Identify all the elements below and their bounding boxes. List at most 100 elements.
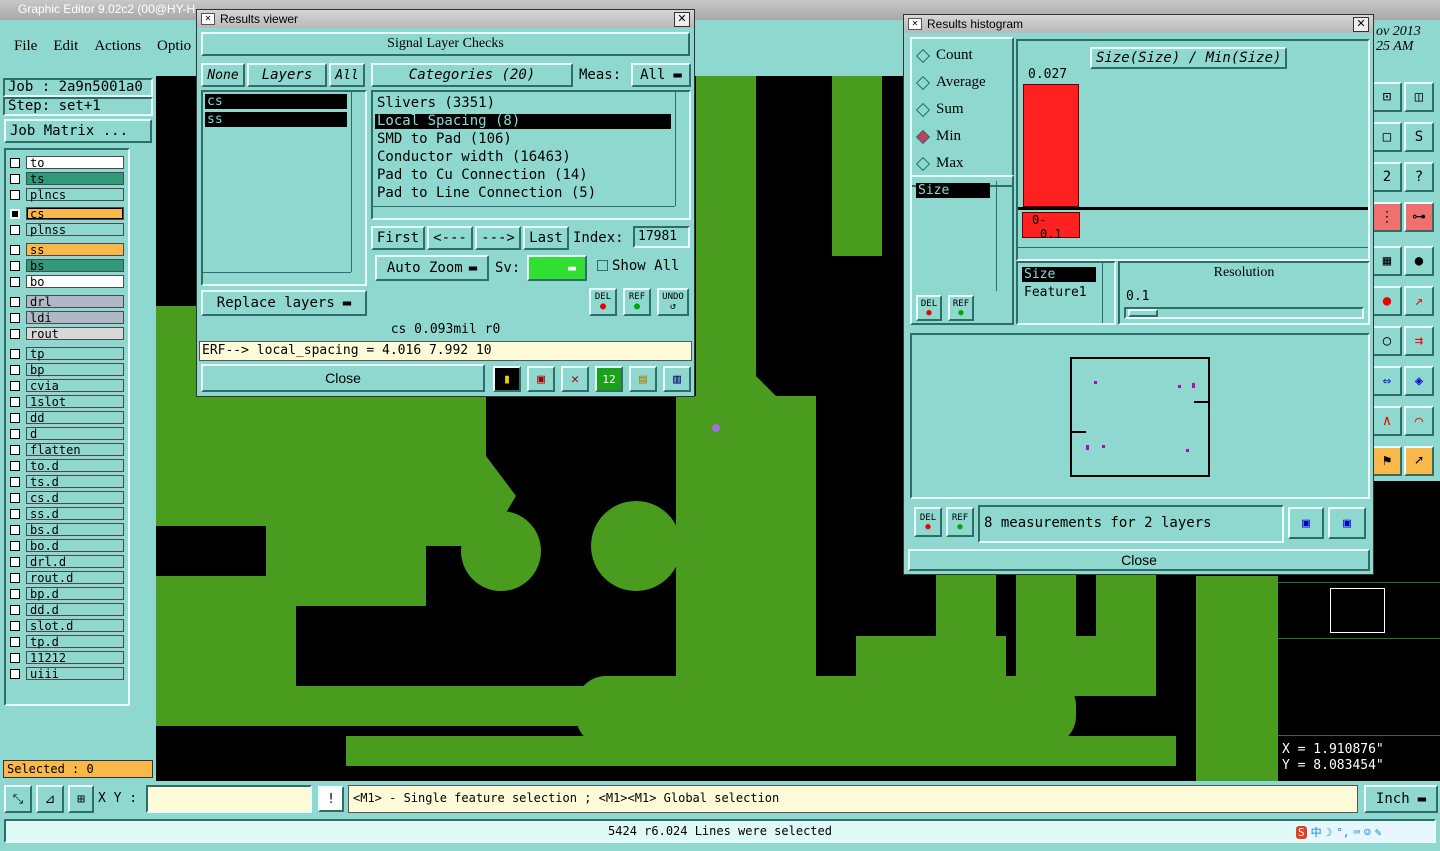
alert-icon[interactable]: ! — [318, 786, 344, 812]
layer-name[interactable]: bs.d — [26, 523, 124, 537]
layer-name[interactable]: slot.d — [26, 619, 124, 633]
radio-diamond-icon[interactable] — [915, 75, 931, 90]
undo-button[interactable]: UNDO ↺ — [657, 288, 689, 316]
layer-checkbox[interactable] — [10, 524, 20, 535]
layer-name[interactable]: dd.d — [26, 603, 124, 617]
layer-row-uiii[interactable]: uiii — [6, 666, 124, 681]
horizontal-scrollbar[interactable] — [373, 206, 675, 216]
layer-checkbox[interactable] — [10, 260, 20, 271]
layer-name[interactable]: ss — [26, 243, 124, 257]
layer-checkbox[interactable] — [10, 412, 20, 423]
radio-diamond-icon[interactable] — [915, 48, 931, 63]
sv-color-dropdown[interactable]: ▬ — [527, 255, 587, 281]
layer-name[interactable]: d — [26, 427, 124, 441]
layer-checkbox[interactable] — [10, 189, 20, 200]
del-button[interactable]: DEL ● — [914, 507, 942, 537]
mode-option-sum[interactable]: Sum — [915, 101, 964, 118]
layer-name[interactable]: cs — [26, 207, 124, 221]
layer-name[interactable]: ldi — [26, 311, 124, 325]
report-icon[interactable]: ▮ — [493, 366, 521, 392]
layer-name[interactable]: dd — [26, 411, 124, 425]
mode-option-min[interactable]: Min — [915, 128, 961, 145]
layer-row-d[interactable]: d — [6, 426, 124, 441]
align-icon[interactable]: ⇔ — [1372, 366, 1402, 396]
nodes-icon[interactable]: ⊶ — [1404, 202, 1434, 232]
layer-checkbox[interactable] — [10, 604, 20, 615]
radio-diamond-icon[interactable] — [915, 129, 931, 144]
ref-button[interactable]: REF ● — [946, 507, 974, 537]
image-icon[interactable]: ▣ — [527, 366, 555, 392]
category-item[interactable]: Slivers (3351) — [375, 96, 671, 111]
layer-name[interactable]: 1slot — [26, 395, 124, 409]
resolution-slider[interactable] — [1124, 307, 1364, 319]
arc-icon[interactable]: ∧ — [1372, 406, 1402, 436]
layer-row-ss[interactable]: ss — [6, 242, 124, 257]
vector-icon[interactable]: ↗ — [1404, 286, 1434, 316]
layer-name[interactable]: bp.d — [26, 587, 124, 601]
layer-row-slot-d[interactable]: slot.d — [6, 618, 124, 633]
layer-checkbox[interactable] — [10, 556, 20, 567]
layer-row-to-d[interactable]: to.d — [6, 458, 124, 473]
zoom-fit-icon[interactable]: ⤡ — [4, 785, 32, 813]
radio-diamond-icon[interactable] — [915, 156, 931, 171]
layer-name[interactable]: drl.d — [26, 555, 124, 569]
layers-tab[interactable]: Layers — [247, 63, 327, 87]
layer-checkbox[interactable] — [10, 636, 20, 647]
size-list-item[interactable]: Size — [916, 183, 990, 198]
layer-checkbox[interactable] — [10, 224, 20, 235]
vertical-scrollbar[interactable] — [351, 92, 363, 272]
layer-checkbox[interactable] — [10, 508, 20, 519]
horizontal-scrollbar[interactable] — [203, 272, 351, 282]
none-button[interactable]: None — [201, 63, 245, 87]
layer-row-ts-d[interactable]: ts.d — [6, 474, 124, 489]
last-button[interactable]: Last — [523, 226, 569, 250]
ime-toolbar[interactable]: S 中 ☽ °, ⌨ ☺ ✎ — [1294, 824, 1434, 840]
layer-row-plnss[interactable]: plnss — [6, 222, 124, 237]
auto-zoom-dropdown[interactable]: Auto Zoom ▬ — [375, 255, 489, 281]
flag-icon[interactable]: ⚑ — [1372, 446, 1402, 476]
layer-name[interactable]: ss.d — [26, 507, 124, 521]
layer-checkbox[interactable] — [10, 296, 20, 307]
help-icon[interactable]: ? — [1404, 162, 1434, 192]
layer-checkbox[interactable] — [10, 208, 20, 219]
moon-icon[interactable]: ☽ — [1326, 826, 1333, 839]
layer-checkbox[interactable] — [10, 620, 20, 631]
replace-layers-dropdown[interactable]: Replace layers ▬ — [201, 290, 367, 316]
layer-checkbox[interactable] — [10, 668, 20, 679]
grid-icon[interactable]: ⊞ — [68, 785, 94, 813]
layer-checkbox[interactable] — [10, 492, 20, 503]
category-item[interactable]: Pad to Line Connection (5) — [375, 186, 671, 201]
layer-checkbox[interactable] — [10, 380, 20, 391]
layer-name[interactable]: to.d — [26, 459, 124, 473]
menu-options[interactable]: Optio — [157, 38, 191, 55]
menu-edit[interactable]: Edit — [53, 38, 78, 55]
layer-checkbox[interactable] — [10, 312, 20, 323]
layer-checkbox[interactable] — [10, 173, 20, 184]
snake-icon[interactable]: S — [1404, 122, 1434, 152]
layer-name[interactable]: uiii — [26, 667, 124, 681]
sogou-icon[interactable]: S — [1296, 825, 1307, 839]
layer-row-rout[interactable]: rout — [6, 326, 124, 341]
mode-option-count[interactable]: Count — [915, 47, 973, 64]
chinese-mode-icon[interactable]: 中 — [1311, 824, 1322, 840]
erf-clear-icon[interactable]: ✕ — [561, 366, 589, 392]
ref-button[interactable]: REF ● — [623, 288, 651, 316]
layer-row-dd-d[interactable]: dd.d — [6, 602, 124, 617]
layer-row-bp-d[interactable]: bp.d — [6, 586, 124, 601]
layer-row-drl-d[interactable]: drl.d — [6, 554, 124, 569]
layer-row-cs[interactable]: cs — [6, 206, 124, 221]
layer-name[interactable]: plncs — [26, 188, 124, 202]
layer-row-tp-d[interactable]: tp.d — [6, 634, 124, 649]
category-item[interactable]: SMD to Pad (106) — [375, 132, 671, 147]
circle-icon[interactable]: ○ — [1372, 326, 1402, 356]
layer-row-to[interactable]: to — [6, 155, 124, 170]
layer-checkbox[interactable] — [10, 652, 20, 663]
first-button[interactable]: First — [371, 226, 425, 250]
del-button[interactable]: DEL ● — [589, 288, 617, 316]
layer-name[interactable]: bo.d — [26, 539, 124, 553]
next-button[interactable]: ---> — [475, 226, 521, 250]
split-view-icon[interactable]: ◫ — [1404, 82, 1434, 112]
layer-row-1slot[interactable]: 1slot — [6, 394, 124, 409]
layer-name[interactable]: bp — [26, 363, 124, 377]
layer-name[interactable]: flatten — [26, 443, 124, 457]
